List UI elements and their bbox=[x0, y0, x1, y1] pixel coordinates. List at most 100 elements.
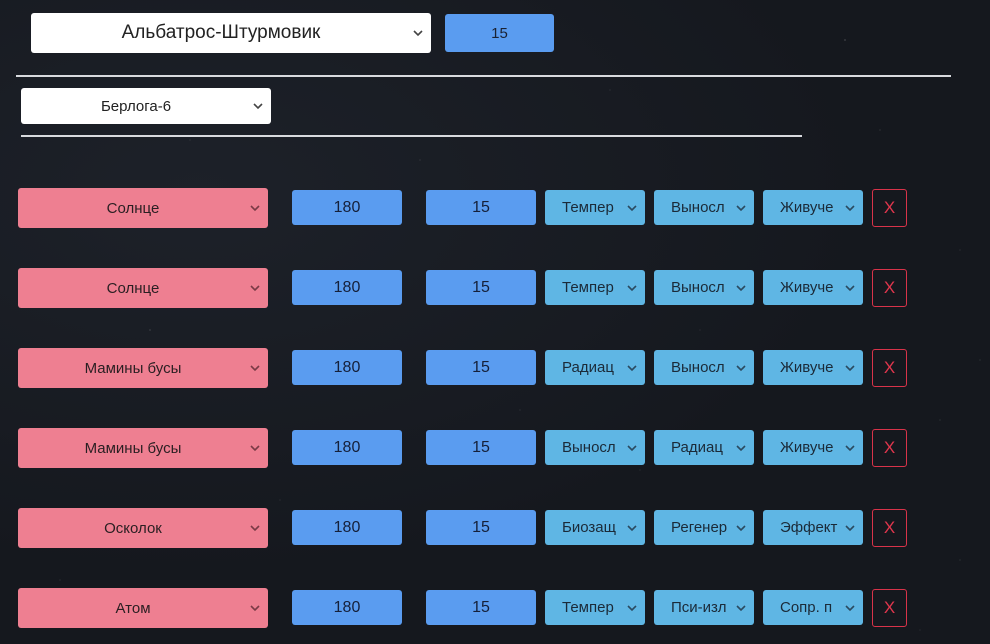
module-value-b-input[interactable]: 15 bbox=[426, 270, 536, 305]
delete-row-button[interactable]: X bbox=[872, 429, 907, 467]
chevron-down-icon bbox=[736, 364, 746, 371]
module-row: Атом 180 15 Темпер Пси-изл Сопр. п X bbox=[0, 588, 990, 628]
module-row: Осколок 180 15 Биозащ Регенер Эффект X bbox=[0, 508, 990, 548]
chevron-down-icon bbox=[413, 30, 423, 37]
chevron-down-icon bbox=[250, 285, 260, 292]
base-divider bbox=[21, 135, 802, 137]
stat-3-value: Живуче bbox=[780, 359, 834, 376]
stat-2-select[interactable]: Радиац bbox=[654, 430, 754, 465]
chevron-down-icon bbox=[627, 204, 637, 211]
stat-3-value: Живуче bbox=[780, 439, 834, 456]
module-value-b-input[interactable]: 15 bbox=[426, 190, 536, 225]
module-name-select[interactable]: Атом bbox=[18, 588, 268, 628]
stat-3-select[interactable]: Живуче bbox=[763, 350, 863, 385]
chevron-down-icon bbox=[736, 204, 746, 211]
chevron-down-icon bbox=[250, 525, 260, 532]
chevron-down-icon bbox=[736, 604, 746, 611]
module-value-a-input[interactable]: 180 bbox=[292, 190, 402, 225]
module-value-b-input[interactable]: 15 bbox=[426, 590, 536, 625]
chevron-down-icon bbox=[627, 604, 637, 611]
chevron-down-icon bbox=[845, 284, 855, 291]
chevron-down-icon bbox=[250, 205, 260, 212]
module-name-select[interactable]: Мамины бусы bbox=[18, 348, 268, 388]
stat-1-select[interactable]: Выносл bbox=[545, 430, 645, 465]
module-value-a-input[interactable]: 180 bbox=[292, 270, 402, 305]
stat-3-select[interactable]: Живуче bbox=[763, 430, 863, 465]
module-value-a-input[interactable]: 180 bbox=[292, 430, 402, 465]
ship-select[interactable]: Альбатрос-Штурмовик bbox=[31, 13, 431, 53]
ship-select-value: Альбатрос-Штурмовик bbox=[121, 22, 321, 43]
module-value-a-input[interactable]: 180 bbox=[292, 590, 402, 625]
module-value-a-input[interactable]: 180 bbox=[292, 350, 402, 385]
stat-1-value: Биозащ bbox=[562, 519, 616, 536]
module-value-b-input[interactable]: 15 bbox=[426, 350, 536, 385]
stat-3-select[interactable]: Сопр. п bbox=[763, 590, 863, 625]
module-name-value: Осколок bbox=[104, 519, 162, 537]
stat-2-select[interactable]: Регенер bbox=[654, 510, 754, 545]
chevron-down-icon bbox=[845, 204, 855, 211]
chevron-down-icon bbox=[845, 604, 855, 611]
delete-row-button[interactable]: X bbox=[872, 189, 907, 227]
stat-1-select[interactable]: Биозащ bbox=[545, 510, 645, 545]
module-value-b-input[interactable]: 15 bbox=[426, 430, 536, 465]
stat-2-select[interactable]: Пси-изл bbox=[654, 590, 754, 625]
stat-2-select[interactable]: Выносл bbox=[654, 350, 754, 385]
delete-row-button[interactable]: X bbox=[872, 349, 907, 387]
stat-1-select[interactable]: Радиац bbox=[545, 350, 645, 385]
stat-1-value: Темпер bbox=[562, 279, 614, 296]
module-row: Солнце 180 15 Темпер Выносл Живуче X bbox=[0, 268, 990, 308]
chevron-down-icon bbox=[845, 524, 855, 531]
base-select[interactable]: Берлога-6 bbox=[21, 88, 271, 124]
stat-1-value: Выносл bbox=[562, 439, 616, 456]
stat-1-select[interactable]: Темпер bbox=[545, 590, 645, 625]
stat-2-value: Выносл bbox=[671, 359, 725, 376]
chevron-down-icon bbox=[736, 284, 746, 291]
stat-2-value: Выносл bbox=[671, 279, 725, 296]
stat-1-value: Темпер bbox=[562, 199, 614, 216]
stat-1-value: Темпер bbox=[562, 599, 614, 616]
chevron-down-icon bbox=[627, 364, 637, 371]
module-row: Мамины бусы 180 15 Радиац Выносл Живуче … bbox=[0, 348, 990, 388]
chevron-down-icon bbox=[250, 605, 260, 612]
module-value-a-input[interactable]: 180 bbox=[292, 510, 402, 545]
delete-row-button[interactable]: X bbox=[872, 509, 907, 547]
stat-2-value: Регенер bbox=[671, 519, 728, 536]
stat-3-select[interactable]: Живуче bbox=[763, 190, 863, 225]
module-name-select[interactable]: Солнце bbox=[18, 188, 268, 228]
module-name-select[interactable]: Мамины бусы bbox=[18, 428, 268, 468]
module-row: Мамины бусы 180 15 Выносл Радиац Живуче … bbox=[0, 428, 990, 468]
chevron-down-icon bbox=[253, 103, 263, 110]
module-name-value: Мамины бусы bbox=[84, 359, 182, 377]
module-name-select[interactable]: Осколок bbox=[18, 508, 268, 548]
stat-1-select[interactable]: Темпер bbox=[545, 190, 645, 225]
stat-3-select[interactable]: Эффект bbox=[763, 510, 863, 545]
stat-3-value: Сопр. п bbox=[780, 599, 833, 616]
stat-3-value: Живуче bbox=[780, 279, 834, 296]
chevron-down-icon bbox=[845, 444, 855, 451]
module-name-select[interactable]: Солнце bbox=[18, 268, 268, 308]
ship-value-input[interactable]: 15 bbox=[445, 14, 554, 52]
stat-3-select[interactable]: Живуче bbox=[763, 270, 863, 305]
stat-2-select[interactable]: Выносл bbox=[654, 190, 754, 225]
stat-2-value: Пси-изл bbox=[671, 599, 727, 616]
module-name-value: Солнце bbox=[106, 279, 160, 297]
stat-3-value: Эффект bbox=[780, 519, 838, 536]
module-row: Солнце 180 15 Темпер Выносл Живуче X bbox=[0, 188, 990, 228]
chevron-down-icon bbox=[736, 444, 746, 451]
chevron-down-icon bbox=[250, 365, 260, 372]
chevron-down-icon bbox=[250, 445, 260, 452]
delete-row-button[interactable]: X bbox=[872, 269, 907, 307]
stat-2-value: Радиац bbox=[671, 439, 723, 456]
chevron-down-icon bbox=[627, 444, 637, 451]
module-name-value: Солнце bbox=[106, 199, 160, 217]
chevron-down-icon bbox=[627, 524, 637, 531]
stat-2-select[interactable]: Выносл bbox=[654, 270, 754, 305]
module-value-b-input[interactable]: 15 bbox=[426, 510, 536, 545]
module-name-value: Мамины бусы bbox=[84, 439, 182, 457]
chevron-down-icon bbox=[736, 524, 746, 531]
stat-1-select[interactable]: Темпер bbox=[545, 270, 645, 305]
base-select-value: Берлога-6 bbox=[100, 97, 172, 115]
module-name-value: Атом bbox=[115, 599, 151, 617]
stat-1-value: Радиац bbox=[562, 359, 614, 376]
delete-row-button[interactable]: X bbox=[872, 589, 907, 627]
